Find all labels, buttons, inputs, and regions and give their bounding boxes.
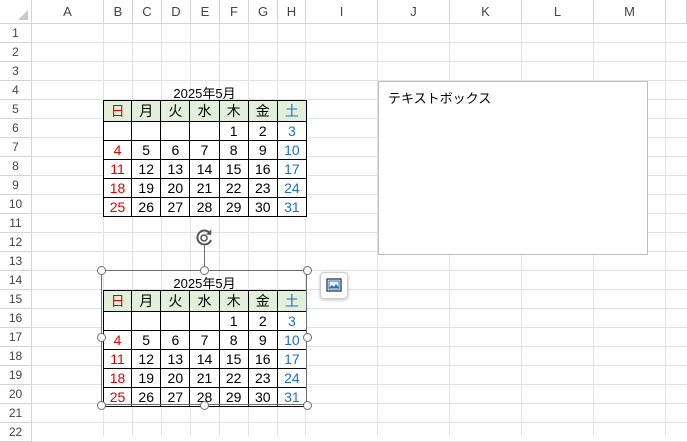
row-header-10[interactable]: 10: [0, 195, 32, 214]
resize-handle[interactable]: [96, 265, 106, 275]
day-cell[interactable]: 11: [102, 159, 133, 179]
weekday-header[interactable]: 日: [102, 100, 133, 122]
gridline-vertical: [665, 24, 666, 436]
rotate-handle-icon[interactable]: [194, 226, 216, 248]
row-header-13[interactable]: 13: [0, 252, 32, 271]
day-cell[interactable]: 12: [131, 159, 162, 179]
day-cell[interactable]: 10: [276, 140, 308, 160]
day-cell[interactable]: [189, 121, 220, 141]
day-cell[interactable]: 26: [131, 197, 162, 217]
day-cell[interactable]: 18: [102, 178, 133, 198]
weekday-header[interactable]: 木: [218, 100, 249, 122]
day-cell[interactable]: 1: [218, 121, 249, 141]
column-header-overflow[interactable]: [666, 0, 687, 24]
row-header-9[interactable]: 9: [0, 176, 32, 195]
image-format-icon: [326, 278, 342, 292]
resize-handle[interactable]: [96, 400, 106, 410]
resize-handle[interactable]: [302, 332, 312, 342]
day-cell[interactable]: 24: [276, 178, 308, 198]
day-cell[interactable]: 21: [189, 178, 220, 198]
row-header-7[interactable]: 7: [0, 138, 32, 157]
column-header-E[interactable]: E: [191, 0, 220, 24]
row-header-18[interactable]: 18: [0, 347, 32, 366]
day-cell[interactable]: 3: [276, 121, 308, 141]
column-header-H[interactable]: H: [278, 0, 306, 24]
column-header-J[interactable]: J: [378, 0, 450, 24]
column-header-M[interactable]: M: [594, 0, 666, 24]
gridline-horizontal: [32, 42, 687, 43]
resize-handle[interactable]: [302, 265, 312, 275]
image-format-button[interactable]: [320, 272, 348, 299]
gridline-horizontal: [32, 61, 687, 62]
row-header-17[interactable]: 17: [0, 328, 32, 347]
resize-handle[interactable]: [199, 265, 209, 275]
row-header-20[interactable]: 20: [0, 385, 32, 404]
day-cell[interactable]: [131, 121, 162, 141]
weekday-header[interactable]: 水: [189, 100, 220, 122]
weekday-header[interactable]: 火: [160, 100, 191, 122]
day-cell[interactable]: 31: [276, 197, 308, 217]
picture-selection-frame[interactable]: [101, 270, 307, 405]
day-cell[interactable]: 28: [189, 197, 220, 217]
day-cell[interactable]: 22: [218, 178, 249, 198]
row-header-1[interactable]: 1: [0, 24, 32, 43]
day-cell[interactable]: [102, 121, 133, 141]
text-box-content[interactable]: テキストボックス: [388, 88, 491, 107]
gridline-horizontal: [32, 422, 687, 423]
row-header-5[interactable]: 5: [0, 100, 32, 119]
day-cell[interactable]: 7: [189, 140, 220, 160]
row-header-22[interactable]: 22: [0, 423, 32, 442]
row-header-14[interactable]: 14: [0, 271, 32, 290]
row-header-21[interactable]: 21: [0, 404, 32, 423]
select-all-corner[interactable]: [0, 0, 32, 24]
column-header-G[interactable]: G: [249, 0, 278, 24]
row-header-15[interactable]: 15: [0, 290, 32, 309]
column-header-F[interactable]: F: [220, 0, 249, 24]
weekday-header[interactable]: 月: [131, 100, 162, 122]
day-cell[interactable]: 20: [160, 178, 191, 198]
row-header-3[interactable]: 3: [0, 62, 32, 81]
day-cell[interactable]: 23: [247, 178, 278, 198]
row-header-2[interactable]: 2: [0, 43, 32, 62]
column-header-D[interactable]: D: [162, 0, 191, 24]
weekday-header[interactable]: 土: [276, 100, 308, 122]
day-cell[interactable]: 27: [160, 197, 191, 217]
day-cell[interactable]: 25: [102, 197, 133, 217]
day-cell[interactable]: [160, 121, 191, 141]
column-header-A[interactable]: A: [32, 0, 104, 24]
row-header-4[interactable]: 4: [0, 81, 32, 100]
day-cell[interactable]: 19: [131, 178, 162, 198]
column-header-L[interactable]: L: [522, 0, 594, 24]
day-cell[interactable]: 4: [102, 140, 133, 160]
day-cell[interactable]: 6: [160, 140, 191, 160]
row-header-12[interactable]: 12: [0, 233, 32, 252]
weekday-header[interactable]: 金: [247, 100, 278, 122]
resize-handle[interactable]: [96, 332, 106, 342]
row-header-11[interactable]: 11: [0, 214, 32, 233]
day-cell[interactable]: 16: [247, 159, 278, 179]
day-cell[interactable]: 30: [247, 197, 278, 217]
resize-handle[interactable]: [302, 400, 312, 410]
column-header-C[interactable]: C: [133, 0, 162, 24]
day-cell[interactable]: 9: [247, 140, 278, 160]
row-header-16[interactable]: 16: [0, 309, 32, 328]
day-cell[interactable]: 2: [247, 121, 278, 141]
text-box[interactable]: テキストボックス: [378, 81, 648, 255]
day-cell[interactable]: 14: [189, 159, 220, 179]
column-header-I[interactable]: I: [306, 0, 378, 24]
day-cell[interactable]: 8: [218, 140, 249, 160]
calendar-table[interactable]: 日月火水木金土 1 2 3 4 5 6 7 8 9 10 11 12 13 14 15 16 17 18 19 20 21…: [102, 100, 308, 217]
day-cell[interactable]: 17: [276, 159, 308, 179]
row-header-6[interactable]: 6: [0, 119, 32, 138]
resize-handle[interactable]: [199, 400, 209, 410]
column-header-B[interactable]: B: [104, 0, 133, 24]
column-header-K[interactable]: K: [450, 0, 522, 24]
day-cell[interactable]: 15: [218, 159, 249, 179]
day-cell[interactable]: 29: [218, 197, 249, 217]
row-header-8[interactable]: 8: [0, 157, 32, 176]
day-cell[interactable]: 13: [160, 159, 191, 179]
row-header-19[interactable]: 19: [0, 366, 32, 385]
day-cell[interactable]: 5: [131, 140, 162, 160]
